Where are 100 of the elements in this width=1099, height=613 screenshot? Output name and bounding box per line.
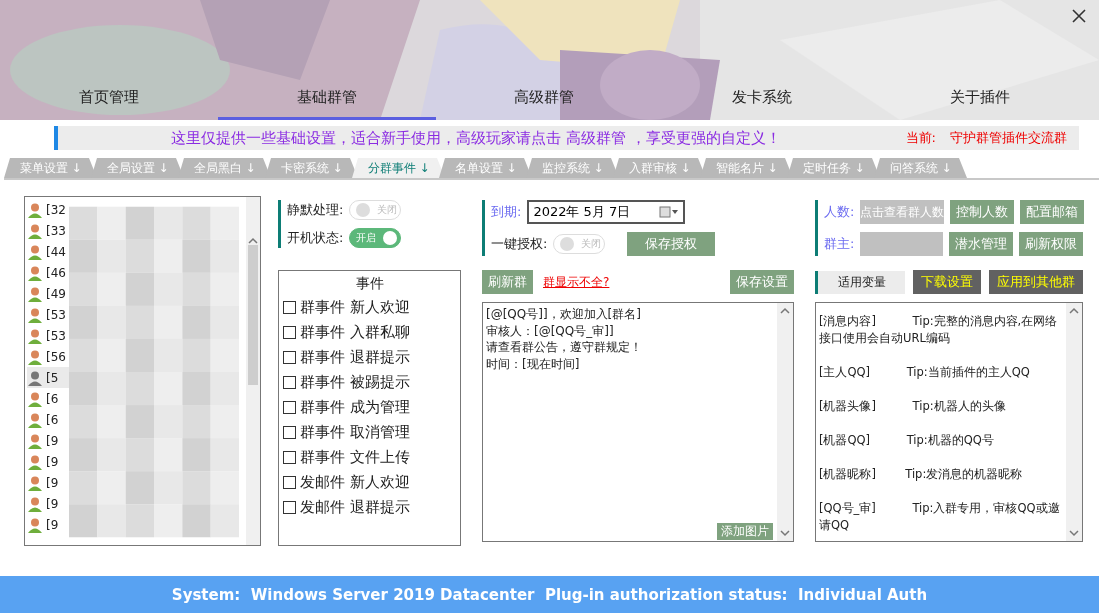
person-icon (27, 516, 43, 533)
group-item[interactable]: [9 (27, 493, 69, 514)
group-item[interactable]: [6 (27, 409, 69, 430)
message-line: 时间：[现在时间] (486, 355, 581, 372)
switch-label: 静默处理: (287, 201, 344, 219)
group-name: [5 (46, 370, 59, 385)
event-label: 群事件 成为管理 (300, 398, 410, 417)
checkbox[interactable] (283, 401, 296, 414)
group-name: [44 (46, 244, 66, 259)
group-item[interactable]: [44 (27, 241, 69, 262)
person-icon (27, 243, 43, 260)
group-item[interactable]: [9 (27, 472, 69, 493)
message-line: 请查看群公告，遵守群规定！ (486, 339, 643, 356)
group-item[interactable]: [49 (27, 283, 69, 304)
group-name: [9 (46, 454, 59, 469)
person-icon (27, 222, 43, 239)
group-item[interactable]: [9 (27, 514, 69, 535)
person-icon (27, 306, 43, 323)
person-icon (27, 390, 43, 407)
checkbox[interactable] (283, 501, 296, 514)
variable-entry: [QQ号_审] Tip:入群专用，审核QQ或邀请QQ (819, 500, 1061, 534)
notice-text: 这里仅提供一些基础设置，适合新手使用，高级玩家请点击 高级群管 ，享受更强的自定义！ (170, 128, 782, 148)
group-item[interactable]: [33 (27, 220, 69, 241)
scroll-down-icon[interactable] (1068, 529, 1080, 537)
group-item[interactable]: [5 (27, 367, 69, 388)
event-label: 群事件 退群提示 (300, 348, 410, 367)
calendar-icon (659, 206, 680, 218)
variable-entry: [消息内容] Tip:完整的消息内容,在网络接口使用会自动URL编码 (819, 313, 1059, 347)
switch-label: 一键授权: (491, 235, 548, 253)
person-icon (27, 201, 43, 218)
scroll-down-icon[interactable] (779, 529, 791, 537)
variable-entry: [机器头像] Tip:机器人的头像 (819, 398, 1007, 415)
group-item[interactable]: [53 (27, 325, 69, 346)
current-label: 当前: (904, 129, 937, 147)
nav-tab[interactable]: 关于插件 (871, 88, 1089, 120)
person-icon (27, 411, 43, 428)
variables-title: 适用变量 (815, 270, 905, 294)
variable-entry: [主人QQ] Tip:当前插件的主人QQ (819, 364, 1031, 381)
group-item[interactable]: [9 (27, 430, 69, 451)
event-label: 发邮件 新人欢迎 (300, 473, 410, 492)
event-label: 群事件 被踢提示 (300, 373, 410, 392)
event-label: 群事件 新人欢迎 (300, 298, 410, 317)
group-item[interactable]: [32 (27, 199, 69, 220)
checkbox[interactable] (283, 451, 296, 464)
checkbox[interactable] (283, 476, 296, 489)
group-name: [9 (46, 496, 59, 511)
message-line: 审核人：[@[QQ号_审]] (486, 322, 615, 339)
checkbox[interactable] (283, 351, 296, 364)
group-name: [9 (46, 475, 59, 490)
scroll-up-icon[interactable] (779, 307, 791, 315)
group-name: [9 (46, 433, 59, 448)
person-icon (27, 453, 43, 470)
event-label: 群事件 文件上传 (300, 448, 410, 467)
group-item[interactable]: [9 (27, 451, 69, 472)
owner-label: 群主: (824, 235, 855, 253)
message-line: [@[QQ号]]，欢迎加入[群名] (486, 306, 642, 323)
person-icon (27, 495, 43, 512)
group-name: [46 (46, 265, 66, 280)
group-name: [56 (46, 349, 66, 364)
group-item[interactable]: [53 (27, 304, 69, 325)
nav-tab[interactable]: 基础群管 (217, 88, 436, 120)
event-label: 发邮件 退群提示 (300, 498, 410, 517)
person-icon (27, 285, 43, 302)
download-button[interactable]: 下载设置 (913, 270, 981, 294)
scroll-thumb[interactable] (248, 245, 258, 385)
event-label: 群事件 取消管理 (300, 423, 410, 442)
events-title: 事件 (354, 275, 385, 293)
scroll-up-icon[interactable] (247, 237, 259, 245)
nav-tab[interactable]: 发卡系统 (653, 88, 872, 120)
nav-tab[interactable]: 高级群管 (435, 88, 654, 120)
checkbox[interactable] (283, 376, 296, 389)
current-group: 守护群管插件交流群 (950, 129, 1079, 147)
group-name: [32 (46, 202, 66, 217)
group-name: [53 (46, 307, 66, 322)
checkbox[interactable] (283, 326, 296, 339)
nav-tab[interactable]: 首页管理 (0, 88, 218, 120)
person-icon (27, 348, 43, 365)
group-name: [6 (46, 412, 59, 427)
person-icon (27, 369, 43, 386)
help-link[interactable]: 群显示不全? (543, 273, 610, 291)
person-icon (27, 264, 43, 281)
group-item[interactable]: [6 (27, 388, 69, 409)
variable-entry: [机器昵称] Tip:发消息的机器昵称 (819, 466, 1024, 483)
scroll-up-icon[interactable] (1068, 307, 1080, 315)
group-name: [9 (46, 517, 59, 532)
person-icon (27, 432, 43, 449)
checkbox[interactable] (283, 301, 296, 314)
person-icon (27, 474, 43, 491)
event-label: 群事件 入群私聊 (300, 323, 410, 342)
date-field[interactable]: 2022年 5月 7日 (527, 200, 686, 224)
group-name: [33 (46, 223, 66, 238)
checkbox[interactable] (283, 426, 296, 439)
count-label: 人数: (824, 203, 855, 221)
apply-button[interactable]: 应用到其他群 (989, 270, 1083, 294)
group-item[interactable]: [46 (27, 262, 69, 283)
switch-label: 开机状态: (287, 229, 344, 247)
message-editor[interactable]: [@[QQ号]]，欢迎加入[群名] 审核人：[@[QQ号_审]] 请查看群公告，遵守群规定！ 时间：[现在时间] 添加图片 (482, 302, 794, 542)
person-icon (27, 327, 43, 344)
status-bar: System: Windows Server 2019 Datacenter Plug-in authorization status: Individual Auth (0, 576, 1099, 613)
group-item[interactable]: [56 (27, 346, 69, 367)
